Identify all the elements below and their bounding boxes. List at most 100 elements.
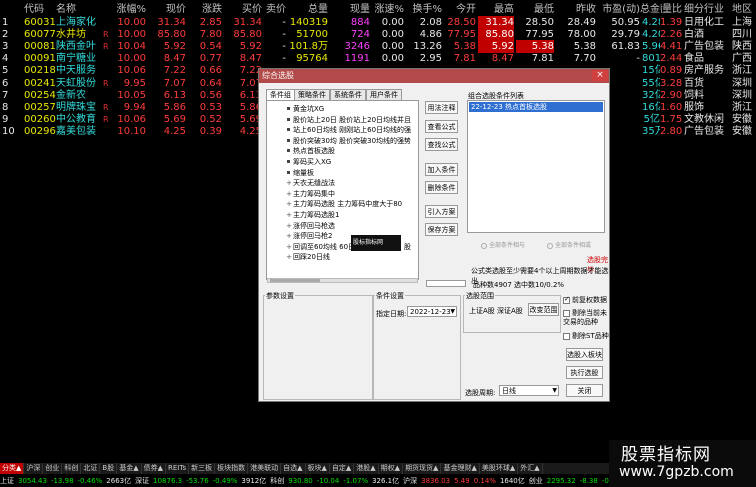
horizontal-scrollbar[interactable] bbox=[267, 278, 418, 283]
bottom-tab[interactable]: 期权▲ bbox=[379, 463, 404, 474]
index-value: 上证 bbox=[0, 477, 14, 485]
col-header[interactable]: 总量 bbox=[288, 3, 328, 16]
col-header[interactable]: 最低 bbox=[516, 3, 554, 16]
table-row[interactable]: 4000911南宁糖业10.008.470.778.47-9576411910.… bbox=[0, 52, 756, 65]
cell-tot: 35万 bbox=[642, 125, 660, 137]
add-to-plate-button[interactable]: 选股入板块 bbox=[566, 348, 603, 361]
checkbox-exclude-stop[interactable]: 剔除当前未交易的品种 bbox=[563, 309, 609, 327]
tab-strategy-conditions[interactable]: 策略条件 bbox=[294, 89, 330, 100]
bottom-tab[interactable]: 外汇▲ bbox=[518, 463, 543, 474]
bottom-tab[interactable]: 美股环球▲ bbox=[480, 463, 519, 474]
tree-item[interactable]: 股价站上20日 股价站上20日均线并且 bbox=[285, 115, 411, 125]
usage-notes-button[interactable]: 用法注释 bbox=[425, 101, 458, 114]
col-header[interactable]: 现价 bbox=[148, 3, 186, 16]
bottom-tab[interactable]: 新三板 bbox=[189, 463, 216, 474]
date-picker[interactable]: 2022-12-23 ▼ bbox=[407, 306, 457, 317]
bottom-tab[interactable]: REITs bbox=[166, 463, 190, 474]
checkbox-prerights[interactable]: 前复权数据 bbox=[563, 295, 607, 305]
bottom-tab[interactable]: 债券▲ bbox=[142, 463, 166, 474]
close-icon[interactable]: × bbox=[592, 70, 608, 81]
bottom-tab[interactable]: 板块▲ bbox=[306, 463, 330, 474]
tree-item[interactable]: 黄金坑XG bbox=[285, 104, 324, 114]
bottom-tab[interactable]: 港美联动 bbox=[248, 463, 282, 474]
tree-item[interactable]: +主力筹码选股1 bbox=[285, 210, 339, 220]
tree-item[interactable]: 热点首板选股 bbox=[285, 146, 335, 156]
bottom-tab[interactable]: B股 bbox=[100, 463, 118, 474]
bottom-tab[interactable]: 基金理财▲ bbox=[441, 463, 480, 474]
scrollbar-thumb[interactable] bbox=[270, 279, 320, 282]
table-row[interactable]: 3 000812陕西金叶 R 10.04 5.92 0.54 5.92 -101.8万 3246… bbox=[0, 40, 756, 54]
col-header[interactable]: 量比 bbox=[660, 3, 682, 16]
col-header[interactable]: 昨收 bbox=[556, 3, 596, 16]
bottom-tab[interactable]: 沪深 bbox=[24, 463, 44, 474]
bottom-tab[interactable]: 港股▲ bbox=[354, 463, 379, 474]
col-header[interactable]: 总金额 bbox=[640, 3, 662, 16]
col-header[interactable]: 细分行业 bbox=[684, 3, 732, 16]
tree-item[interactable]: +涨停回马枪选 bbox=[285, 221, 335, 231]
tree-item[interactable]: 筹码买入XG bbox=[285, 157, 331, 167]
cell-buy: 85.80 bbox=[233, 29, 262, 41]
col-header[interactable]: 市盈(动) bbox=[598, 3, 640, 16]
condition-tree[interactable]: 黄金坑XG 股价站上20日 股价站上20日均线并且 站上60日均线 刚刚站上60日均… bbox=[266, 100, 419, 280]
table-row[interactable]: 2 600779水井坊 R 10.00 85.80 7.80 85.80 -51700 724 0… bbox=[0, 28, 756, 42]
tree-item[interactable]: +涨停回马枪2 bbox=[285, 231, 332, 241]
add-condition-button[interactable]: 加入条件 bbox=[425, 163, 458, 176]
col-header[interactable]: 卖价 bbox=[264, 3, 286, 16]
bullet-icon bbox=[287, 117, 290, 121]
tree-item[interactable]: +主力筹码集中 bbox=[285, 189, 335, 199]
bottom-tab[interactable]: 科创 bbox=[62, 463, 82, 474]
radio-all-and[interactable]: 全部条件相与 bbox=[481, 240, 525, 249]
date-label: 指定日期: bbox=[376, 310, 407, 318]
tree-item[interactable]: 缩量板 bbox=[285, 168, 314, 178]
execute-button[interactable]: 执行选股 bbox=[566, 366, 603, 379]
col-header[interactable]: 换手% bbox=[406, 3, 442, 16]
checkbox-icon bbox=[563, 332, 570, 340]
tree-item[interactable]: 站上60日均线 刚刚站上60日均线的强 bbox=[285, 125, 411, 135]
radio-all-or[interactable]: 全部条件相或 bbox=[547, 240, 591, 249]
save-plan-button[interactable]: 保存方案 bbox=[425, 223, 458, 236]
col-header[interactable]: 代码 bbox=[24, 3, 56, 16]
col-header[interactable]: 涨速% bbox=[372, 3, 404, 16]
bottom-tab[interactable]: 北证 bbox=[81, 463, 101, 474]
cell-reg: 深圳 bbox=[732, 89, 752, 101]
cell-pe: 50.95 bbox=[611, 17, 640, 28]
tab-system-conditions[interactable]: 系统条件 bbox=[330, 89, 366, 100]
find-formula-button[interactable]: 查找公式 bbox=[425, 138, 458, 151]
list-item[interactable]: 22-12-23 热点首板选股 bbox=[469, 102, 603, 112]
col-header[interactable]: 涨幅% bbox=[112, 3, 146, 16]
col-header[interactable]: 地区 bbox=[732, 3, 756, 16]
table-row[interactable]: 1 600315上海家化 10.00 31.34 2.85 31.34 -140319 884… bbox=[0, 16, 756, 29]
change-range-button[interactable]: 改变范围 bbox=[528, 303, 559, 316]
tree-item[interactable]: +天衣无缝战法 bbox=[285, 178, 335, 188]
period-select[interactable]: 日线 ▼ bbox=[499, 385, 559, 396]
col-header[interactable]: 今开 bbox=[444, 3, 476, 16]
col-header[interactable]: 涨跌 bbox=[188, 3, 222, 16]
col-header[interactable]: 名称 bbox=[56, 3, 104, 16]
combo-conditions-list[interactable]: 22-12-23 热点首板选股 bbox=[467, 100, 605, 233]
tree-item[interactable]: 股价突破30均 股价突破30均线的强势 bbox=[285, 136, 411, 146]
bottom-tab[interactable]: 分类▲ bbox=[0, 463, 25, 474]
bottom-tab[interactable]: 期货现货▲ bbox=[403, 463, 442, 474]
cell-tot: 16亿 bbox=[642, 101, 660, 113]
import-plan-button[interactable]: 引入方案 bbox=[425, 205, 458, 218]
tree-item[interactable]: +主力筹码选股 主力筹码中度大于80 bbox=[285, 199, 402, 209]
bottom-tab[interactable]: 基金▲ bbox=[117, 463, 142, 474]
bottom-tab[interactable]: 自定▲ bbox=[330, 463, 355, 474]
tree-item[interactable]: +回踩20日线 bbox=[285, 252, 330, 262]
col-header[interactable]: 买价 bbox=[224, 3, 262, 16]
close-button[interactable]: 关闭 bbox=[566, 384, 603, 397]
cell-pe: 61.83 bbox=[611, 41, 640, 53]
bottom-tab[interactable]: 自选▲ bbox=[281, 463, 306, 474]
col-header[interactable]: 最高 bbox=[478, 3, 514, 16]
bottom-tab[interactable]: 板块指数 bbox=[215, 463, 249, 474]
col-header[interactable]: 现量 bbox=[330, 3, 370, 16]
bullet-icon bbox=[287, 128, 290, 132]
checkbox-exclude-st[interactable]: 剔除ST品种 bbox=[563, 331, 609, 341]
bottom-tab[interactable]: 创业 bbox=[43, 463, 63, 474]
tab-user-conditions[interactable]: 用户条件 bbox=[366, 89, 402, 100]
checkbox-label: 剔除ST品种 bbox=[572, 332, 609, 340]
delete-condition-button[interactable]: 删除条件 bbox=[425, 181, 458, 194]
tab-condition-group[interactable]: 条件组 bbox=[266, 89, 295, 100]
chevron-down-icon: ▼ bbox=[450, 308, 455, 315]
view-formula-button[interactable]: 查看公式 bbox=[425, 120, 458, 133]
